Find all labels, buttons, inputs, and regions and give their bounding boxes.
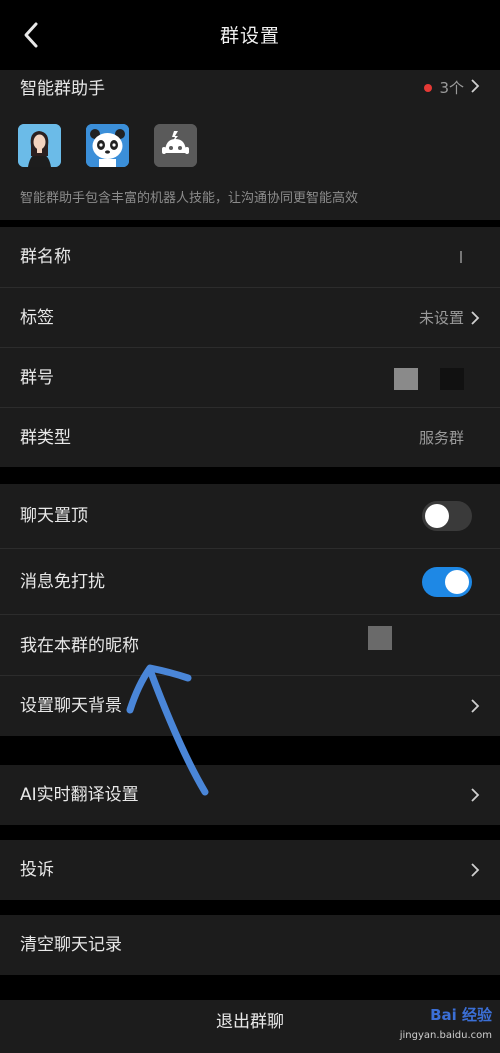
page-title: 群设置 <box>219 25 280 47</box>
tag-value: 未设置 <box>418 309 464 327</box>
complaint-row[interactable]: 投诉 <box>0 840 500 900</box>
nickname-row[interactable]: 我在本群的昵称 <box>0 616 500 676</box>
group-type-label: 群类型 <box>20 428 71 448</box>
chevron-right-icon <box>471 311 480 325</box>
mute-row[interactable]: 消息免打扰 <box>0 552 500 612</box>
title-bar: 群设置 <box>0 0 500 70</box>
mute-label: 消息免打扰 <box>20 572 105 592</box>
chat-background-label: 设置聊天背景 <box>20 696 122 716</box>
assistant-description: 智能群助手包含丰富的机器人技能，让沟通协同更智能高效 <box>20 191 359 206</box>
chevron-right-icon <box>471 863 480 877</box>
assistant-count: 3个 <box>439 79 464 97</box>
divider <box>0 548 500 549</box>
translate-row[interactable]: AI实时翻译设置 <box>0 765 500 825</box>
complaint-label: 投诉 <box>20 860 54 880</box>
robot-avatar-icon[interactable] <box>154 124 197 167</box>
pin-chat-row[interactable]: 聊天置顶 <box>0 486 500 546</box>
chevron-right-icon <box>471 79 480 93</box>
group-number-row[interactable]: 群号 <box>0 348 500 408</box>
tag-label: 标签 <box>20 308 54 328</box>
woman-avatar-icon[interactable] <box>18 124 61 167</box>
group-name-label: 群名称 <box>20 247 71 267</box>
clear-history-label: 清空聊天记录 <box>20 935 122 955</box>
mute-toggle[interactable] <box>422 567 472 597</box>
redacted-value <box>460 251 462 263</box>
pin-chat-label: 聊天置顶 <box>20 506 88 526</box>
chevron-right-icon <box>471 788 480 802</box>
toggle-knob <box>445 570 469 594</box>
tag-row[interactable]: 标签 未设置 <box>0 288 500 348</box>
redacted-value <box>394 368 418 390</box>
clear-history-row[interactable]: 清空聊天记录 <box>0 915 500 975</box>
group-type-row[interactable]: 群类型 服务群 <box>0 408 500 468</box>
chevron-right-icon <box>471 699 480 713</box>
group-number-label: 群号 <box>20 368 54 388</box>
divider <box>0 614 500 615</box>
assistant-label: 智能群助手 <box>20 79 105 99</box>
watermark: Bai 经验 jingyan.baidu.com <box>362 1002 492 1050</box>
chat-background-row[interactable]: 设置聊天背景 <box>0 676 500 736</box>
redacted-value <box>440 368 464 390</box>
watermark-logo: Bai 经验 <box>430 1006 492 1024</box>
pin-chat-toggle[interactable] <box>422 501 472 531</box>
notification-dot <box>424 84 432 92</box>
group-name-row[interactable]: 群名称 <box>0 227 500 287</box>
redacted-value <box>368 626 392 650</box>
panda-avatar-icon[interactable] <box>86 124 129 167</box>
annotation-arrow-icon <box>126 664 209 796</box>
watermark-url: jingyan.baidu.com <box>399 1030 492 1041</box>
toggle-knob <box>425 504 449 528</box>
group-type-value: 服务群 <box>418 429 464 447</box>
